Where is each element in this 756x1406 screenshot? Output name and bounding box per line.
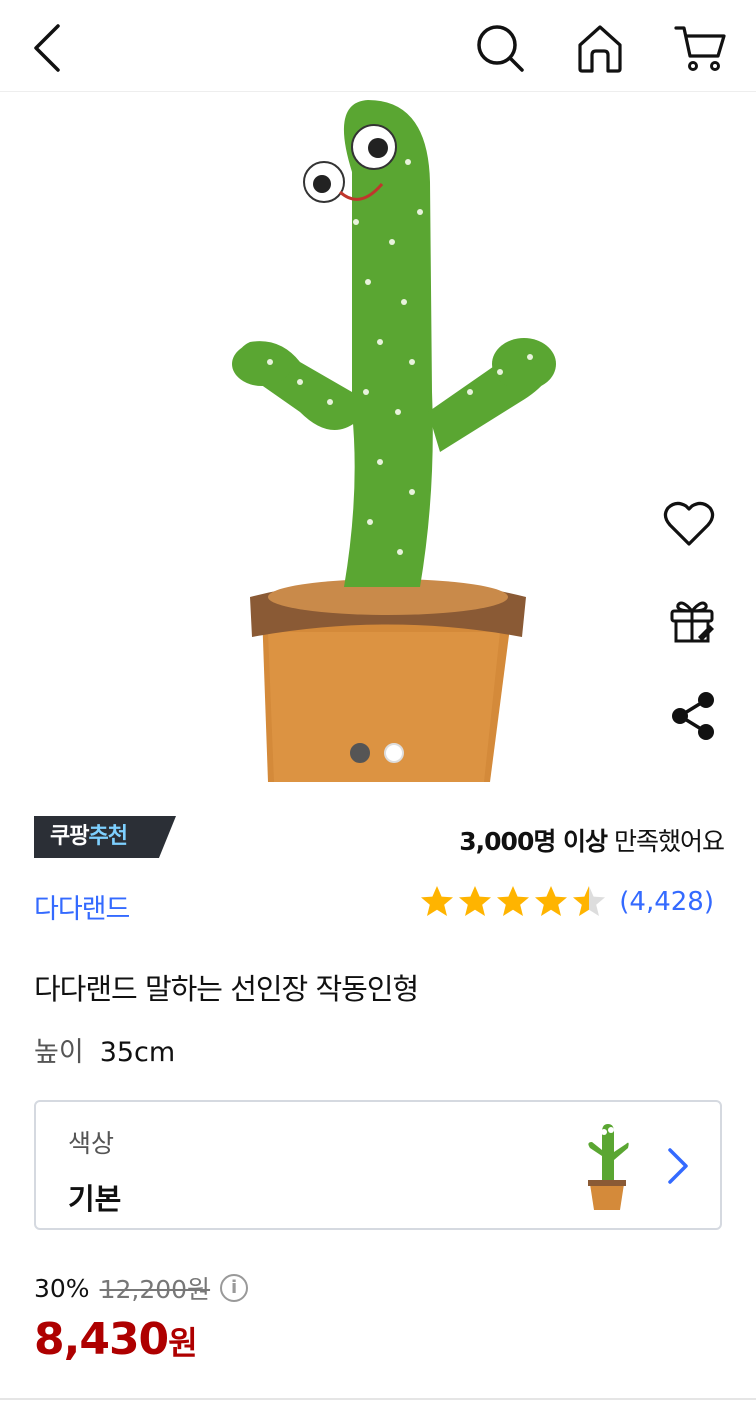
brand-link[interactable]: 다다랜드 [34, 887, 130, 926]
search-button[interactable] [472, 20, 528, 76]
review-count[interactable]: (4,428) [619, 887, 714, 917]
gift-button[interactable] [668, 597, 716, 645]
option-value: 기본 [68, 1182, 122, 1216]
product-image [232, 100, 556, 782]
star-icon [535, 886, 568, 916]
home-button[interactable] [572, 20, 628, 76]
search-icon [477, 25, 524, 72]
chevron-right-icon [668, 1148, 688, 1184]
option-thumbnail [588, 1124, 629, 1210]
discount-row: 30% 12,200원 i [34, 1270, 249, 1306]
gallery-dot-2[interactable] [384, 743, 404, 763]
satisfaction-rest: 만족했어요 [607, 827, 725, 856]
divider [0, 1398, 756, 1400]
sale-price-unit: 원 [168, 1324, 198, 1362]
cart-button[interactable] [672, 20, 728, 76]
spec-key: 높이 [34, 1037, 84, 1068]
chevron-left-icon [34, 24, 60, 72]
satisfaction-count: 3,000명 이상 [459, 827, 608, 856]
star-icon [421, 886, 454, 916]
rating[interactable]: (4,428) [419, 884, 714, 920]
gallery-dot-1[interactable] [350, 743, 370, 763]
discount-rate: 30% [34, 1273, 90, 1303]
spec-value: 35cm [99, 1037, 176, 1068]
coupang-recommend-badge: 쿠팡추천 [34, 816, 176, 858]
satisfaction-text: 3,000명 이상 만족했어요 [459, 822, 725, 858]
info-icon[interactable]: i [220, 1274, 249, 1302]
badge-part-1: 쿠팡 [50, 824, 89, 849]
product-spec: 높이 35cm [34, 1030, 175, 1069]
cart-icon [674, 26, 726, 71]
star-rating [419, 884, 607, 920]
home-icon [578, 25, 622, 73]
star-icon [573, 886, 606, 916]
back-button[interactable] [20, 20, 76, 76]
gift-icon [670, 601, 714, 643]
sale-price: 8,430원 [34, 1314, 198, 1365]
original-price: 12,200원 [99, 1275, 211, 1304]
wishlist-button[interactable] [662, 500, 716, 548]
share-icon [672, 692, 714, 740]
recommendation-row: 쿠팡추천 3,000명 이상 만족했어요 [34, 816, 725, 860]
share-button[interactable] [668, 690, 716, 742]
top-nav-bar [0, 0, 756, 92]
star-icon [459, 886, 492, 916]
option-label: 색상 [68, 1129, 115, 1158]
product-image-gallery[interactable] [0, 92, 756, 782]
product-title: 다다랜드 말하는 선인장 작동인형 [34, 972, 419, 1006]
badge-part-2: 추천 [88, 824, 127, 849]
heart-icon [663, 501, 715, 546]
star-icon [497, 886, 530, 916]
gallery-pagination [350, 743, 404, 763]
sale-price-number: 8,430 [34, 1314, 169, 1365]
option-selector[interactable]: 색상 기본 [34, 1100, 722, 1230]
